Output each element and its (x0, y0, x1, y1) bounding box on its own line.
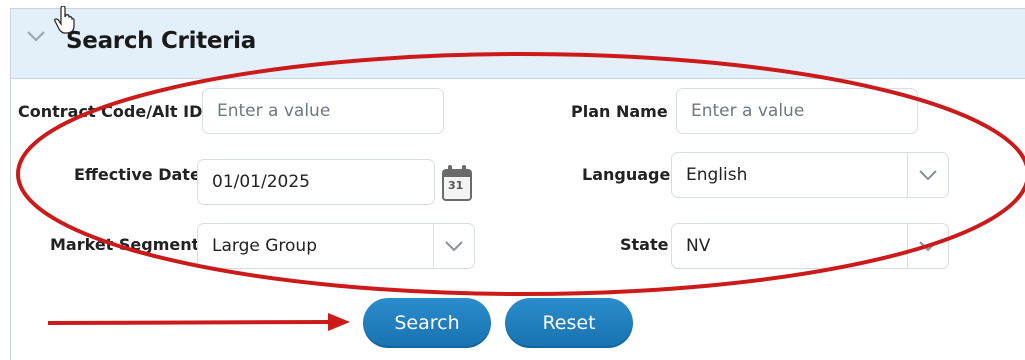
chevron-down-icon (919, 241, 937, 252)
effective-date-input[interactable] (197, 159, 435, 205)
market-segment-select[interactable]: Large Group (197, 223, 475, 269)
state-select[interactable]: NV (671, 223, 949, 269)
state-dropdown-button[interactable] (907, 224, 948, 268)
language-value: English (686, 165, 748, 185)
chevron-down-icon[interactable] (25, 25, 47, 47)
panel-header[interactable]: Search Criteria (11, 9, 1025, 79)
language-select[interactable]: English (671, 152, 949, 198)
hand-cursor-icon (54, 6, 75, 34)
plan-name-label: Plan Name (571, 102, 668, 121)
plan-name-input[interactable] (676, 88, 918, 134)
calendar-day-number: 31 (448, 179, 464, 192)
chevron-down-icon (445, 241, 463, 252)
panel-title: Search Criteria (66, 28, 256, 54)
language-dropdown-button[interactable] (907, 153, 948, 197)
market-segment-value: Large Group (212, 236, 317, 256)
contract-code-input[interactable] (202, 88, 444, 134)
contract-code-label: Contract Code/Alt ID (18, 102, 203, 121)
search-button[interactable]: Search (363, 298, 491, 348)
effective-date-label: Effective Date (74, 165, 201, 184)
calendar-icon[interactable]: 31 (440, 162, 474, 202)
state-value: NV (686, 236, 711, 256)
reset-button[interactable]: Reset (505, 298, 633, 348)
market-segment-dropdown-button[interactable] (433, 224, 474, 268)
chevron-down-icon (919, 170, 937, 181)
market-segment-label: Market Segment (50, 235, 200, 254)
language-label: Language (582, 165, 671, 184)
state-label: State (620, 235, 669, 254)
